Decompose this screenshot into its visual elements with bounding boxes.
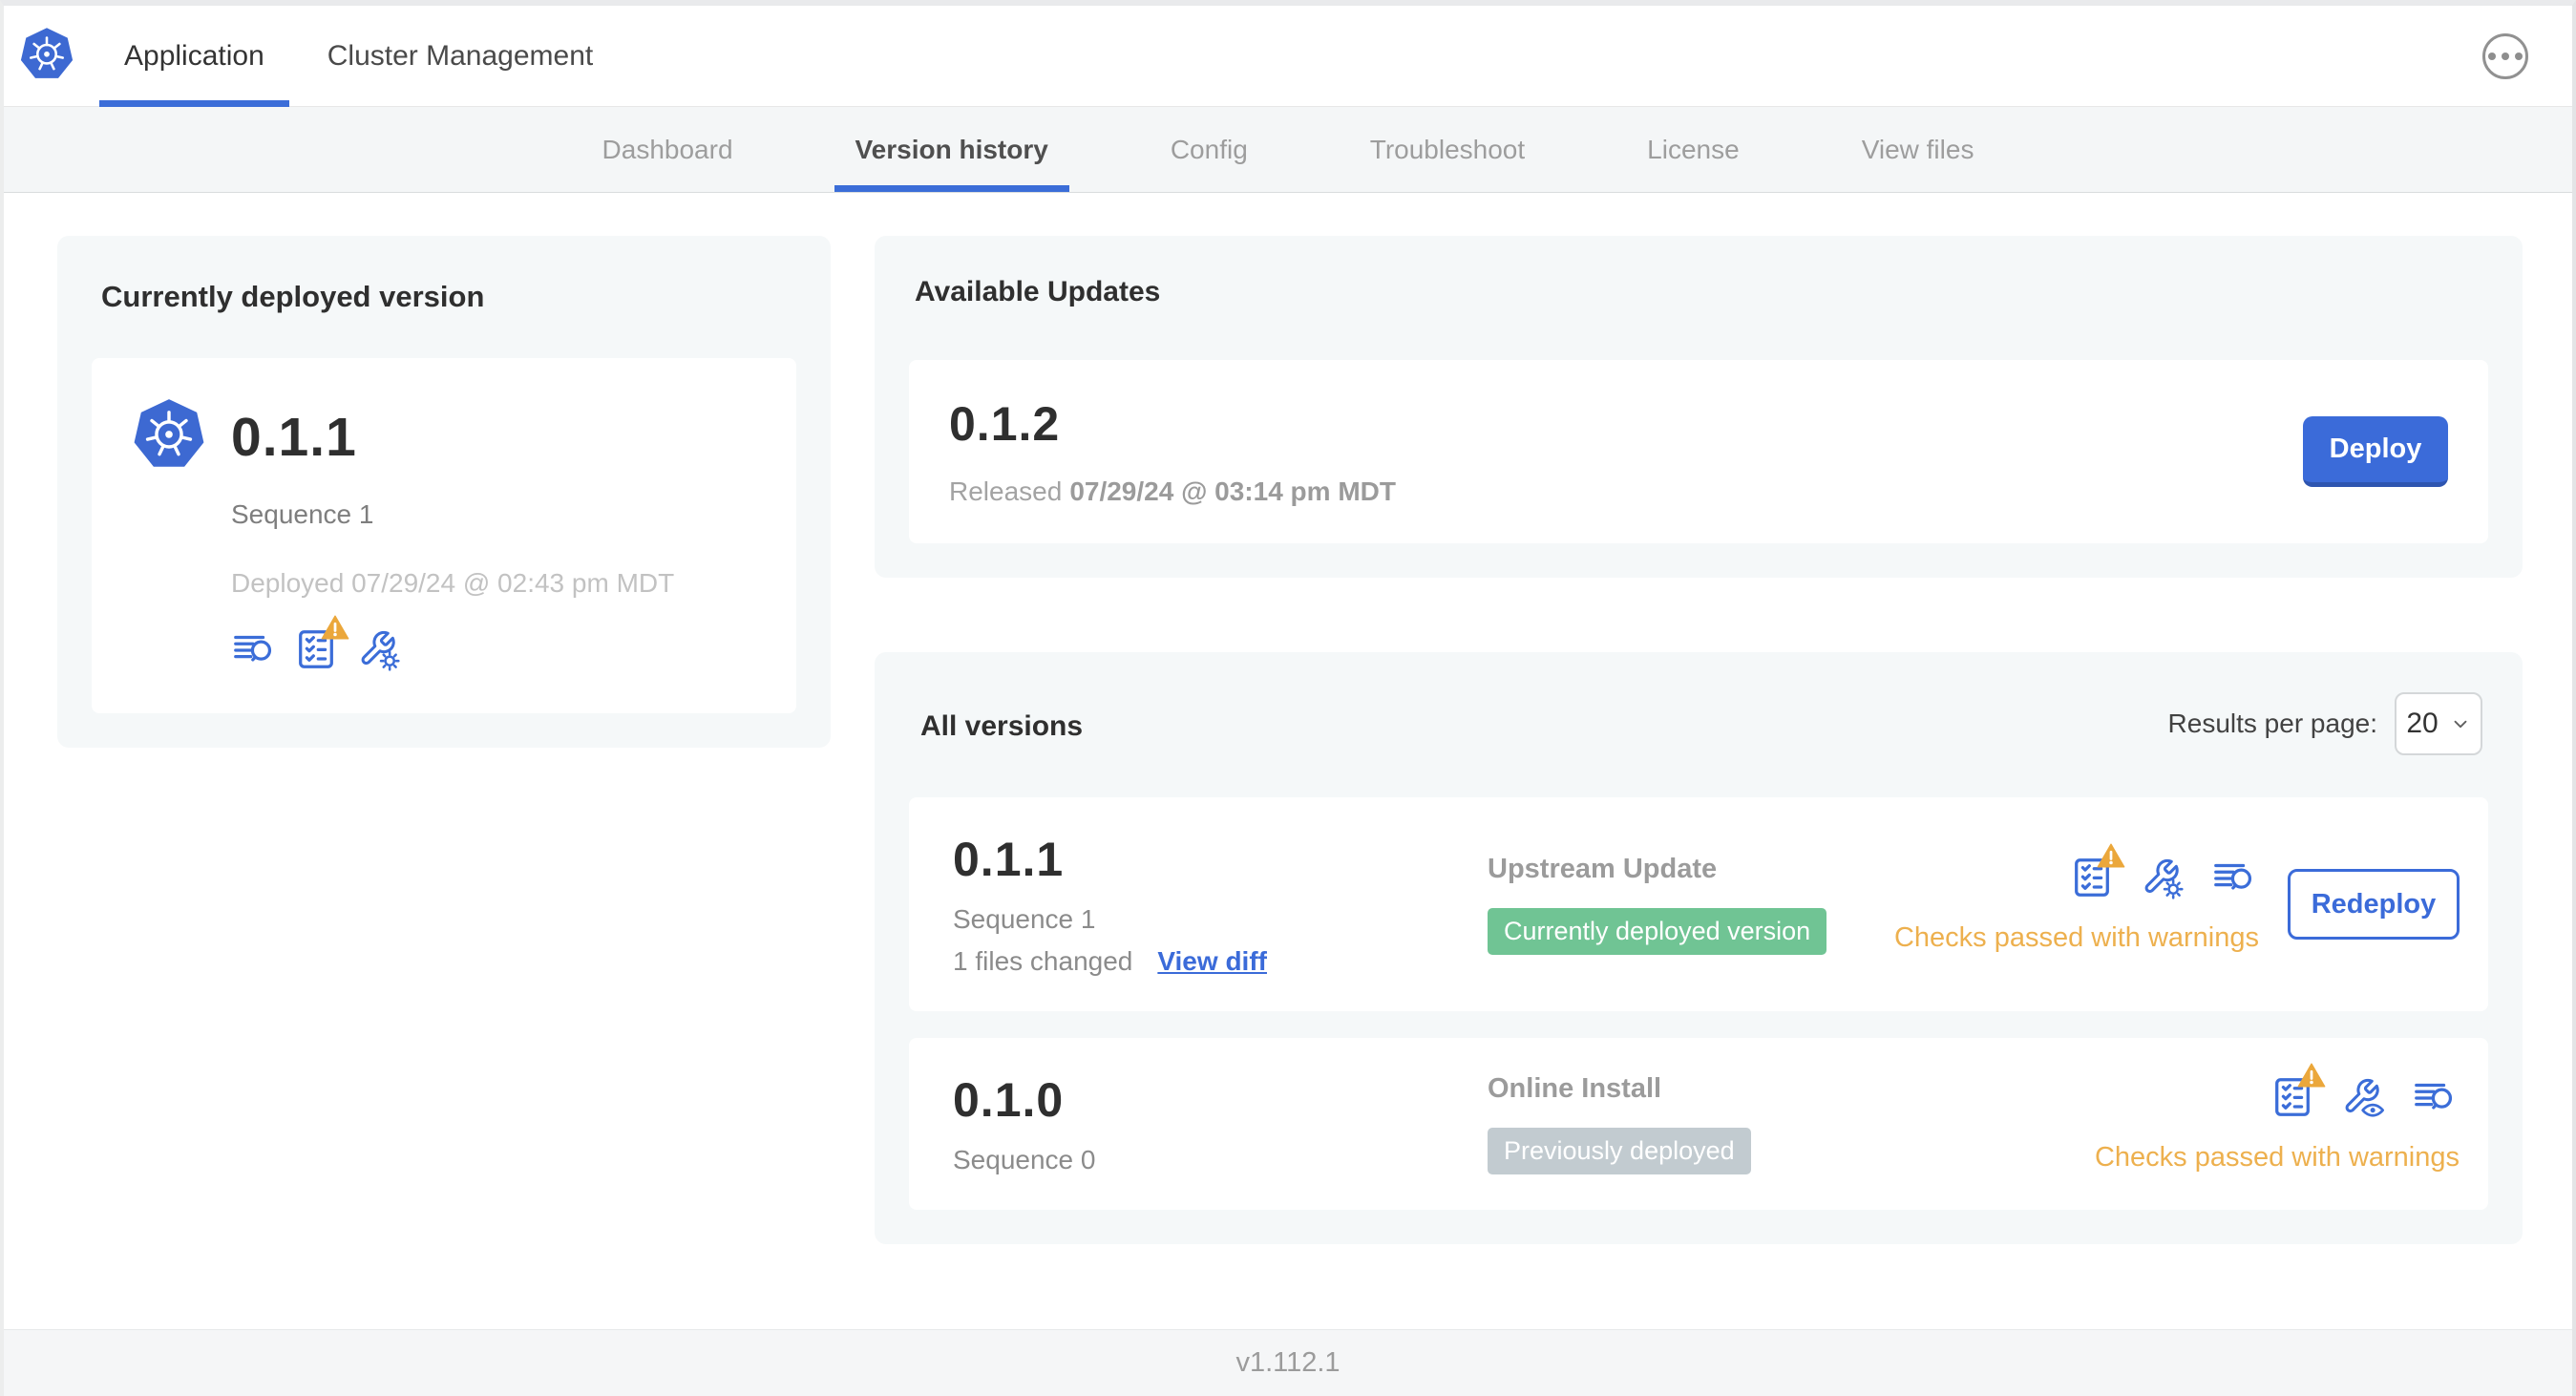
results-per-page-value: 20	[2406, 708, 2439, 739]
tab-application[interactable]: Application	[99, 6, 289, 107]
edit-config-wrench-gear-icon[interactable]	[2141, 856, 2185, 899]
subtab-troubleshoot[interactable]: Troubleshoot	[1370, 107, 1525, 192]
deployed-timestamp: Deployed 07/29/24 @ 02:43 pm MDT	[231, 568, 675, 598]
preflight-checks-warning-icon[interactable]	[294, 627, 338, 671]
update-released-line: Released 07/29/24 @ 03:14 pm MDT	[949, 476, 1396, 507]
all-versions-title: All versions	[920, 710, 1084, 742]
main-content: Currently deployed version 0.1.1 Sequenc…	[4, 193, 2572, 1329]
deployed-version-card: 0.1.1 Sequence 1 Deployed 07/29/24 @ 02:…	[92, 358, 796, 713]
available-updates-card: Available Updates 0.1.2 Released 07/29/24…	[875, 236, 2523, 578]
app-kubernetes-icon	[132, 396, 206, 478]
kubernetes-logo-icon	[19, 26, 74, 87]
row-version-number: 0.1.0	[953, 1073, 1065, 1127]
ellipsis-more-icon[interactable]	[2482, 32, 2528, 79]
available-update-row: 0.1.2 Released 07/29/24 @ 03:14 pm MDT De…	[909, 360, 2488, 543]
redeploy-button[interactable]: Redeploy	[2288, 869, 2460, 940]
warning-triangle-icon	[2297, 1062, 2326, 1089]
preflight-checks-warning-icon[interactable]	[2070, 856, 2114, 899]
files-changed-label: 1 files changed	[953, 946, 1133, 976]
results-per-page: Results per page: 20	[2168, 692, 2482, 755]
subtab-config[interactable]: Config	[1171, 107, 1248, 192]
row-source-label: Upstream Update	[1488, 854, 1718, 884]
released-prefix: Released	[949, 476, 1063, 506]
currently-deployed-title: Currently deployed version	[101, 280, 485, 313]
checks-status-text[interactable]: Checks passed with warnings	[2095, 1142, 2460, 1174]
all-versions-card: All versions Results per page: 20 0.1.1 …	[875, 652, 2523, 1244]
subtab-license[interactable]: License	[1647, 107, 1740, 192]
tab-cluster-management[interactable]: Cluster Management	[303, 6, 618, 106]
release-notes-icon[interactable]	[2412, 1075, 2456, 1119]
row-source-label: Online Install	[1488, 1073, 1662, 1104]
currently-deployed-card: Currently deployed version 0.1.1 Sequenc…	[57, 236, 831, 748]
row-sequence-label: Sequence 1	[953, 904, 1096, 934]
release-notes-icon[interactable]	[2211, 856, 2255, 899]
admin-console-page: Application Cluster Management Dashboard…	[4, 6, 2572, 1396]
subtab-view-files[interactable]: View files	[1862, 107, 1974, 192]
update-version-number: 0.1.2	[949, 397, 1061, 451]
console-footer: v1.112.1	[4, 1329, 2572, 1396]
deployed-version-number: 0.1.1	[231, 407, 357, 468]
chevron-down-icon	[2450, 713, 2471, 734]
deploy-button[interactable]: Deploy	[2303, 416, 2448, 487]
preflight-checks-warning-icon[interactable]	[2270, 1075, 2314, 1119]
release-notes-icon[interactable]	[231, 627, 275, 671]
released-date: 07/29/24 @ 03:14 pm MDT	[1069, 476, 1396, 506]
app-subnav: Dashboard Version history Config Trouble…	[4, 107, 2572, 193]
right-column: Available Updates 0.1.2 Released 07/29/24…	[875, 236, 2523, 1244]
top-navbar: Application Cluster Management	[4, 6, 2572, 107]
results-per-page-label: Results per page:	[2167, 709, 2377, 738]
top-tabs: Application Cluster Management	[99, 6, 631, 107]
view-config-wrench-eye-icon[interactable]	[2341, 1075, 2385, 1119]
console-version-label: v1.112.1	[1235, 1347, 1341, 1378]
row-sequence-label: Sequence 0	[953, 1145, 1096, 1174]
status-badge: Currently deployed version	[1488, 908, 1827, 955]
available-updates-title: Available Updates	[915, 276, 1161, 307]
deployed-sequence-label: Sequence 1	[231, 499, 374, 529]
version-row: 0.1.0 Sequence 0 Online Install Previous…	[909, 1038, 2488, 1210]
results-per-page-select[interactable]: 20	[2395, 692, 2482, 755]
warning-triangle-icon	[321, 614, 349, 641]
subtab-version-history[interactable]: Version history	[834, 107, 1070, 192]
checks-status-text[interactable]: Checks passed with warnings	[1894, 922, 2259, 954]
view-diff-link[interactable]: View diff	[1157, 946, 1267, 977]
subtab-dashboard[interactable]: Dashboard	[602, 107, 733, 192]
edit-config-wrench-gear-icon[interactable]	[357, 627, 401, 671]
version-row: 0.1.1 Sequence 1 1 files changed View di…	[909, 797, 2488, 1011]
row-version-number: 0.1.1	[953, 833, 1065, 886]
status-badge: Previously deployed	[1488, 1128, 1751, 1174]
warning-triangle-icon	[2097, 842, 2125, 869]
